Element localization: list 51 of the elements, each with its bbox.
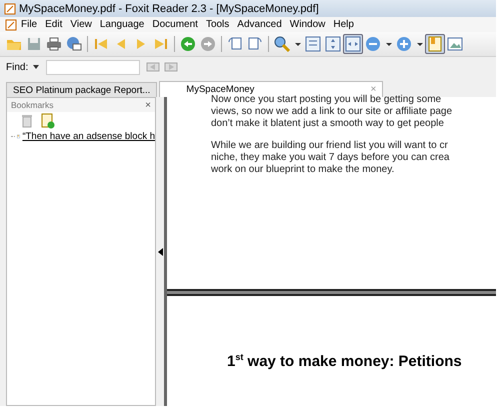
paragraph-line: work on our blueprint to make the money. (211, 164, 396, 176)
magnifier-icon (274, 36, 290, 52)
trash-icon (21, 114, 33, 128)
menu-item[interactable]: Edit (41, 19, 66, 30)
paragraph-line: don’t make it blatent just a smooth way to get people (211, 118, 445, 130)
close-button[interactable]: × (145, 100, 151, 110)
caret-icon (416, 42, 422, 46)
caret-icon (32, 63, 40, 71)
bookmark-link[interactable]: “Then have an adsense block h (22, 131, 155, 142)
forward-icon (200, 36, 216, 52)
caret-icon (294, 42, 300, 46)
bookmark-panel-icon (427, 36, 443, 52)
page-thumbnail-icon (447, 36, 463, 52)
menu-item[interactable]: View (66, 19, 96, 30)
paragraph-line: niche, they make you wait 7 days before you can crea (211, 152, 450, 164)
section-heading: 1$^{st}$ way to make money: Petitions (227, 352, 463, 370)
find-label: Find: (6, 62, 28, 72)
rotate-page-icon (247, 36, 263, 52)
search-field[interactable] (46, 60, 140, 74)
back-icon (180, 36, 196, 52)
menu-item[interactable]: Window (286, 19, 330, 30)
menu-item[interactable]: File (17, 19, 42, 30)
add-bookmark-icon (41, 113, 55, 129)
menu-item[interactable]: Language (96, 19, 148, 30)
menu-item[interactable]: Tools (202, 19, 234, 30)
menu-item[interactable]: Help (329, 19, 358, 30)
collapse-arrow-icon (158, 248, 162, 256)
zoom-out-icon (365, 36, 381, 52)
first-page-icon (93, 36, 109, 52)
app-icon (4, 2, 16, 14)
find-previous-icon (146, 60, 160, 74)
fit-width-icon (345, 36, 361, 52)
panel-title: Bookmarks (11, 100, 54, 110)
toolbar-button[interactable] (272, 34, 292, 54)
menu-item[interactable]: Advanced (233, 19, 286, 30)
find-next-icon (164, 60, 178, 74)
toolbar-button[interactable] (425, 34, 445, 54)
rotate-page-icon (227, 36, 243, 52)
globe-envelope-icon (66, 36, 82, 52)
menu-item[interactable]: Document (148, 19, 202, 30)
paragraph-line: Now once you start posting you will be getting some (211, 94, 442, 106)
zoom-in-icon (396, 36, 412, 52)
actual-size-icon (305, 36, 321, 52)
window-title: MySpaceMoney.pdf - Foxit Reader 2.3 - [MySpaceMoney.pdf] (19, 2, 319, 14)
document-tab[interactable]: SEO Platinum package Report... (6, 82, 158, 97)
last-page-icon (153, 36, 169, 52)
paragraph-line: views, so now we add a link to our site or affiliate page (211, 106, 454, 118)
paragraph-line: While we are building our friend list you will want to cr (211, 140, 449, 152)
printer-icon (46, 36, 62, 52)
caret-icon (386, 42, 392, 46)
fit-page-icon (325, 36, 341, 52)
